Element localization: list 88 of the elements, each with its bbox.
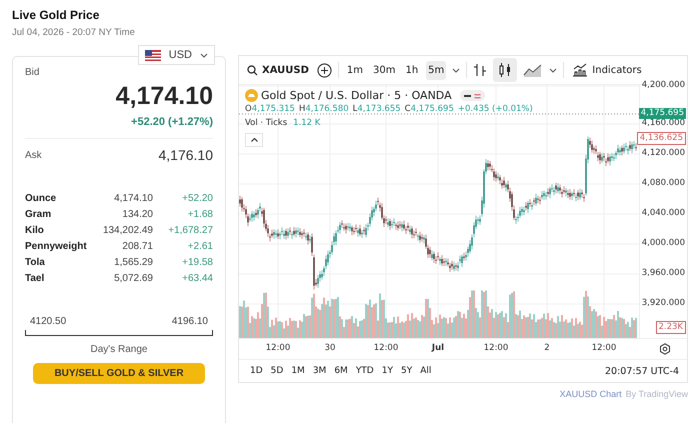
price-tick: 4,160.000 — [642, 118, 685, 128]
range-button[interactable]: YTD — [352, 364, 377, 378]
currency-dropdown[interactable]: USD — [138, 45, 215, 65]
ask-label: Ask — [25, 150, 42, 160]
range-button[interactable]: 1Y — [378, 364, 396, 378]
range-button[interactable]: 1D — [247, 364, 266, 378]
symbol-logo-icon — [245, 89, 258, 102]
bid-label: Bid — [25, 67, 40, 78]
unit-name: Tael — [25, 273, 46, 284]
time-tick: 2 — [544, 343, 550, 353]
add-icon[interactable] — [316, 62, 332, 78]
price-tick: 4,120.000 — [642, 148, 685, 158]
time-tick: 12:00 — [484, 343, 508, 353]
interval-button[interactable]: 30m — [371, 60, 398, 80]
unit-change: +19.58 — [181, 257, 213, 268]
range-button[interactable]: 1M — [288, 364, 308, 378]
last-price-tag: 4,175.695 — [638, 108, 686, 119]
range-button[interactable]: 5Y — [398, 364, 416, 378]
ohlc-value: L4,173.655 — [352, 104, 401, 114]
ohlc-change: +0.435 (+0.01%) — [458, 104, 533, 114]
interval-button[interactable]: 5m — [426, 60, 446, 80]
date-time: Jul 04, 2026 - 20:07 NY Time — [12, 27, 136, 38]
unit-price: 5,072.69 — [113, 273, 153, 284]
price-tick: 4,200.000 — [642, 80, 685, 90]
unit-price: 1,565.29 — [113, 257, 153, 268]
attribution: By TradingView — [626, 389, 688, 399]
chevron-icon — [200, 52, 208, 58]
unit-change: +1.68 — [186, 209, 213, 220]
range-button[interactable]: 3M — [310, 364, 330, 378]
unit-name: Ounce — [25, 193, 58, 204]
time-tick: 12:00 — [266, 343, 290, 353]
range-high: 4196.10 — [172, 316, 208, 327]
price-tick: 3,960.000 — [642, 268, 685, 278]
candles-icon[interactable] — [498, 62, 512, 78]
symbol-search[interactable]: XAUUSD — [245, 60, 311, 80]
indicators-button[interactable]: Indicators — [570, 59, 644, 81]
wave-icon — [474, 92, 481, 98]
price-tick: 4,040.000 — [642, 208, 685, 218]
buy-sell-button[interactable]: BUY/SELL GOLD & SILVER — [33, 363, 205, 384]
flag-icon — [144, 50, 161, 60]
clock: 20:07:57 UTC-4 — [605, 366, 679, 376]
collapse-button[interactable] — [245, 133, 263, 147]
unit-name: Tola — [25, 257, 46, 268]
time-tick: 30 — [324, 343, 336, 353]
volume-marker-tag: 2.23K — [656, 321, 686, 334]
unit-price: 208.71 — [121, 241, 153, 252]
page-title: Live Gold Price — [12, 8, 100, 22]
time-tick: 12:00 — [592, 343, 616, 353]
interval-button[interactable]: 1m — [344, 60, 365, 80]
ohlc-value: O4,175.315 — [245, 104, 295, 114]
price-tick: 4,000.000 — [642, 238, 685, 248]
chevron-icon[interactable] — [452, 68, 460, 72]
caret-icon — [250, 138, 258, 142]
unit-change: +63.44 — [181, 273, 213, 284]
unit-name: Gram — [25, 209, 52, 220]
time-tick: Jul — [432, 343, 444, 353]
price-tick: 3,920.000 — [642, 298, 685, 308]
bars-icon[interactable] — [473, 62, 488, 78]
unit-price: 134,202.49 — [102, 225, 153, 236]
range-label: Day's Range — [90, 344, 148, 355]
range-button[interactable]: All — [417, 364, 434, 378]
ask-price: 4,176.10 — [158, 147, 213, 163]
range-button[interactable]: 6M — [331, 364, 351, 378]
range-low: 4120.50 — [30, 316, 66, 327]
settings-icon[interactable] — [659, 343, 671, 355]
chart-icon — [572, 63, 588, 77]
volume-value: 1.12 K — [293, 118, 320, 128]
time-tick: 12:00 — [374, 343, 398, 353]
unit-name: Kilo — [25, 225, 45, 236]
area-chart-icon[interactable] — [523, 63, 544, 77]
ohlc-value: C4,175.695 — [404, 104, 454, 114]
price-tick: 4,080.000 — [642, 178, 685, 188]
unit-change: +52.20 — [181, 193, 213, 204]
bid-change: +52.20 (+1.27%) — [130, 116, 213, 128]
price-marker-tag: 4,136.625 — [636, 132, 686, 145]
unit-price: 134.20 — [121, 209, 153, 220]
unit-price: 4,174.10 — [113, 193, 153, 204]
symbol-title: Gold Spot / U.S. Dollar · 5 · OANDA — [261, 89, 452, 102]
bid-price: 4,174.10 — [114, 82, 213, 111]
ohlc-value: H4,176.580 — [298, 104, 349, 114]
search-icon — [247, 64, 258, 76]
volume-label: Vol · Ticks — [245, 118, 288, 128]
unit-change: +2.61 — [186, 241, 213, 252]
unit-name: Pennyweight — [25, 241, 87, 252]
chevron-icon[interactable] — [549, 68, 558, 72]
interval-button[interactable]: 1h — [403, 60, 420, 80]
unit-change: +1,678.27 — [167, 225, 213, 236]
range-button[interactable]: 5D — [268, 364, 286, 378]
